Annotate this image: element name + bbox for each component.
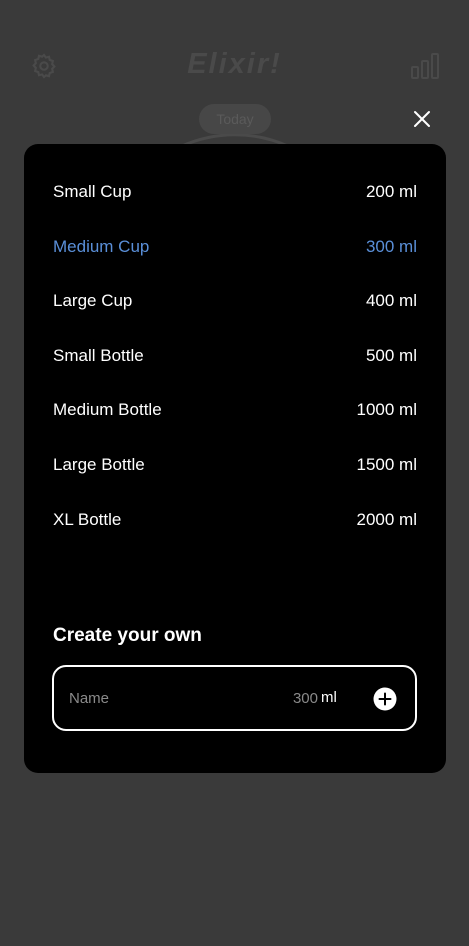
size-amount: 1500 ml xyxy=(356,454,417,474)
add-icon[interactable] xyxy=(373,687,397,711)
size-row-large-bottle[interactable]: Large Bottle 1500 ml xyxy=(53,455,417,510)
create-own-form: ml xyxy=(52,665,417,731)
size-amount: 500 ml xyxy=(365,345,417,365)
amount-input[interactable] xyxy=(278,687,318,709)
size-label: Medium Bottle xyxy=(53,400,162,420)
today-pill: Today xyxy=(199,104,271,134)
size-label: Small Cup xyxy=(53,182,132,201)
size-amount: 1000 ml xyxy=(356,400,417,420)
size-amount: 2000 ml xyxy=(356,509,417,529)
unit-label: ml xyxy=(321,689,337,706)
size-amount: 400 ml xyxy=(365,291,417,311)
background-app-header: Elixir! Today xyxy=(0,0,469,176)
size-amount: 300 ml xyxy=(365,236,417,256)
size-row-medium-bottle[interactable]: Medium Bottle 1000 ml xyxy=(53,400,417,455)
cup-size-modal: Small Cup 200 ml Medium Cup 300 ml Large… xyxy=(24,144,446,773)
size-list: Small Cup 200 ml Medium Cup 300 ml Large… xyxy=(53,182,417,564)
size-label: Small Bottle xyxy=(53,345,144,365)
size-row-xl-bottle[interactable]: XL Bottle 2000 ml xyxy=(53,510,417,565)
close-icon[interactable] xyxy=(408,105,436,133)
size-row-large-cup[interactable]: Large Cup 400 ml xyxy=(53,291,417,346)
size-label: XL Bottle xyxy=(53,509,122,529)
stats-icon xyxy=(411,53,439,79)
size-label: Large Cup xyxy=(53,291,133,311)
size-row-small-cup[interactable]: Small Cup 200 ml xyxy=(53,182,417,237)
create-your-own-heading: Create your own xyxy=(53,625,202,646)
app-title: Elixir! xyxy=(187,48,282,80)
size-amount: 200 ml xyxy=(365,182,417,201)
name-input[interactable] xyxy=(69,687,249,709)
size-row-small-bottle[interactable]: Small Bottle 500 ml xyxy=(53,346,417,401)
size-row-medium-cup[interactable]: Medium Cup 300 ml xyxy=(53,237,417,292)
size-label: Medium Cup xyxy=(53,236,150,256)
size-label: Large Bottle xyxy=(53,454,145,474)
